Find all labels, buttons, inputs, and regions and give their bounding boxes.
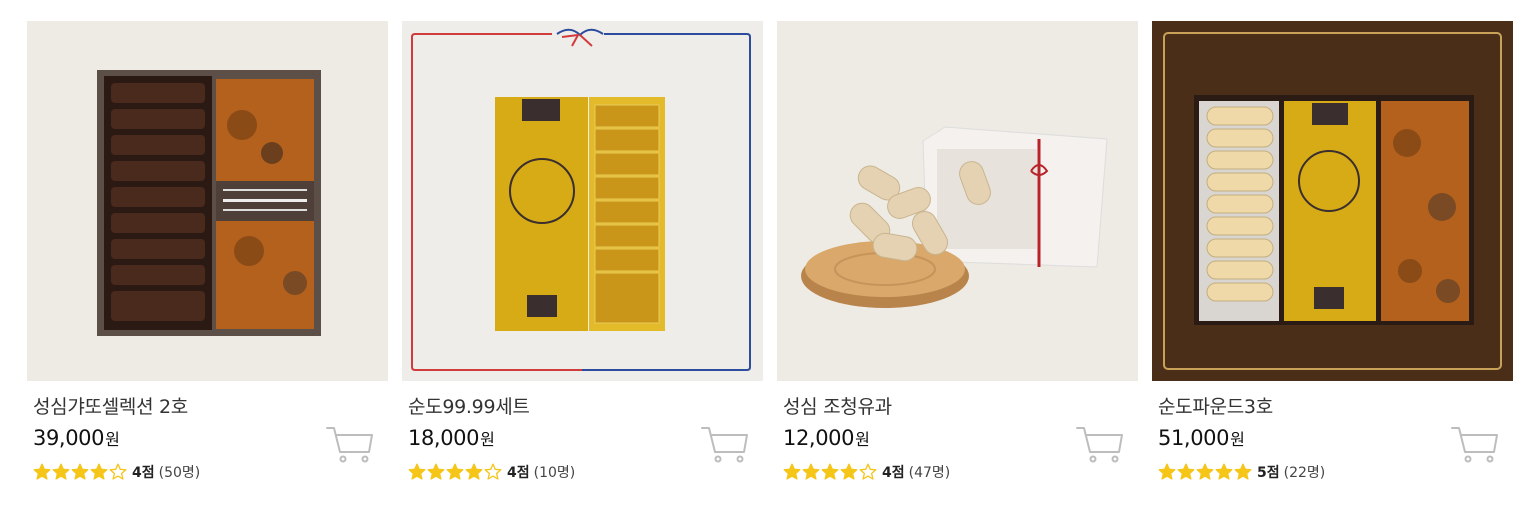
star-filled-icon (33, 463, 51, 480)
star-rating (783, 463, 878, 481)
product-rating: 4점 (10명) (408, 462, 575, 482)
product-card[interactable]: 성심갸또셀렉션 2호 39,000원 4점 (50명) (27, 21, 388, 501)
star-rating (408, 463, 503, 481)
star-filled-icon (408, 463, 426, 480)
star-filled-icon (1215, 463, 1233, 480)
star-filled-icon (821, 463, 839, 480)
product-name[interactable]: 순도파운드3호 (1158, 392, 1273, 419)
product-price: 39,000원 (33, 426, 120, 450)
review-count: (50명) (158, 465, 201, 481)
product-price: 51,000원 (1158, 426, 1245, 450)
rating-score: 4점 (132, 465, 155, 481)
price-value: 39,000 (33, 426, 105, 450)
product-card[interactable]: 순도99.99세트 18,000원 4점 (10명) (402, 21, 763, 501)
rating-score: 4점 (882, 465, 905, 481)
star-outline-icon (859, 463, 877, 480)
price-value: 51,000 (1158, 426, 1230, 450)
product-image[interactable] (777, 21, 1138, 381)
product-image[interactable] (27, 21, 388, 381)
star-filled-icon (802, 463, 820, 480)
star-filled-icon (71, 463, 89, 480)
price-currency: 원 (480, 430, 495, 449)
price-currency: 원 (105, 430, 120, 449)
shopping-cart-icon (1451, 427, 1498, 463)
review-count: (47명) (908, 465, 951, 481)
rating-score: 4점 (507, 465, 530, 481)
product-image[interactable] (402, 21, 763, 381)
star-filled-icon (52, 463, 70, 480)
price-currency: 원 (1230, 430, 1245, 449)
rating-score: 5점 (1257, 465, 1280, 481)
review-count: (22명) (1283, 465, 1326, 481)
product-name[interactable]: 성심 조청유과 (783, 392, 892, 419)
star-rating (1158, 463, 1253, 481)
star-filled-icon (783, 463, 801, 480)
add-to-cart-button[interactable] (326, 425, 374, 463)
star-filled-icon (465, 463, 483, 480)
shopping-cart-icon (1076, 427, 1123, 463)
star-filled-icon (427, 463, 445, 480)
price-currency: 원 (855, 430, 870, 449)
product-image[interactable] (1152, 21, 1513, 381)
product-price: 12,000원 (783, 426, 870, 450)
star-filled-icon (1196, 463, 1214, 480)
product-rating: 4점 (47명) (783, 462, 950, 482)
product-name[interactable]: 순도99.99세트 (408, 392, 530, 419)
product-rating: 5점 (22명) (1158, 462, 1325, 482)
star-filled-icon (1177, 463, 1195, 480)
price-value: 18,000 (408, 426, 480, 450)
product-grid: 성심갸또셀렉션 2호 39,000원 4점 (50명) 순도99.99세트 18… (0, 0, 1529, 509)
product-price: 18,000원 (408, 426, 495, 450)
shopping-cart-icon (701, 427, 748, 463)
star-filled-icon (1158, 463, 1176, 480)
product-rating: 4점 (50명) (33, 462, 200, 482)
add-to-cart-button[interactable] (701, 425, 749, 463)
star-filled-icon (840, 463, 858, 480)
star-outline-icon (109, 463, 127, 480)
price-value: 12,000 (783, 426, 855, 450)
star-filled-icon (446, 463, 464, 480)
product-card[interactable]: 순도파운드3호 51,000원 5점 (22명) (1152, 21, 1513, 501)
product-name[interactable]: 성심갸또셀렉션 2호 (33, 392, 188, 419)
star-rating (33, 463, 128, 481)
product-card[interactable]: 성심 조청유과 12,000원 4점 (47명) (777, 21, 1138, 501)
add-to-cart-button[interactable] (1451, 425, 1499, 463)
star-filled-icon (90, 463, 108, 480)
star-filled-icon (1234, 463, 1252, 480)
star-outline-icon (484, 463, 502, 480)
review-count: (10명) (533, 465, 576, 481)
add-to-cart-button[interactable] (1076, 425, 1124, 463)
shopping-cart-icon (326, 427, 373, 463)
